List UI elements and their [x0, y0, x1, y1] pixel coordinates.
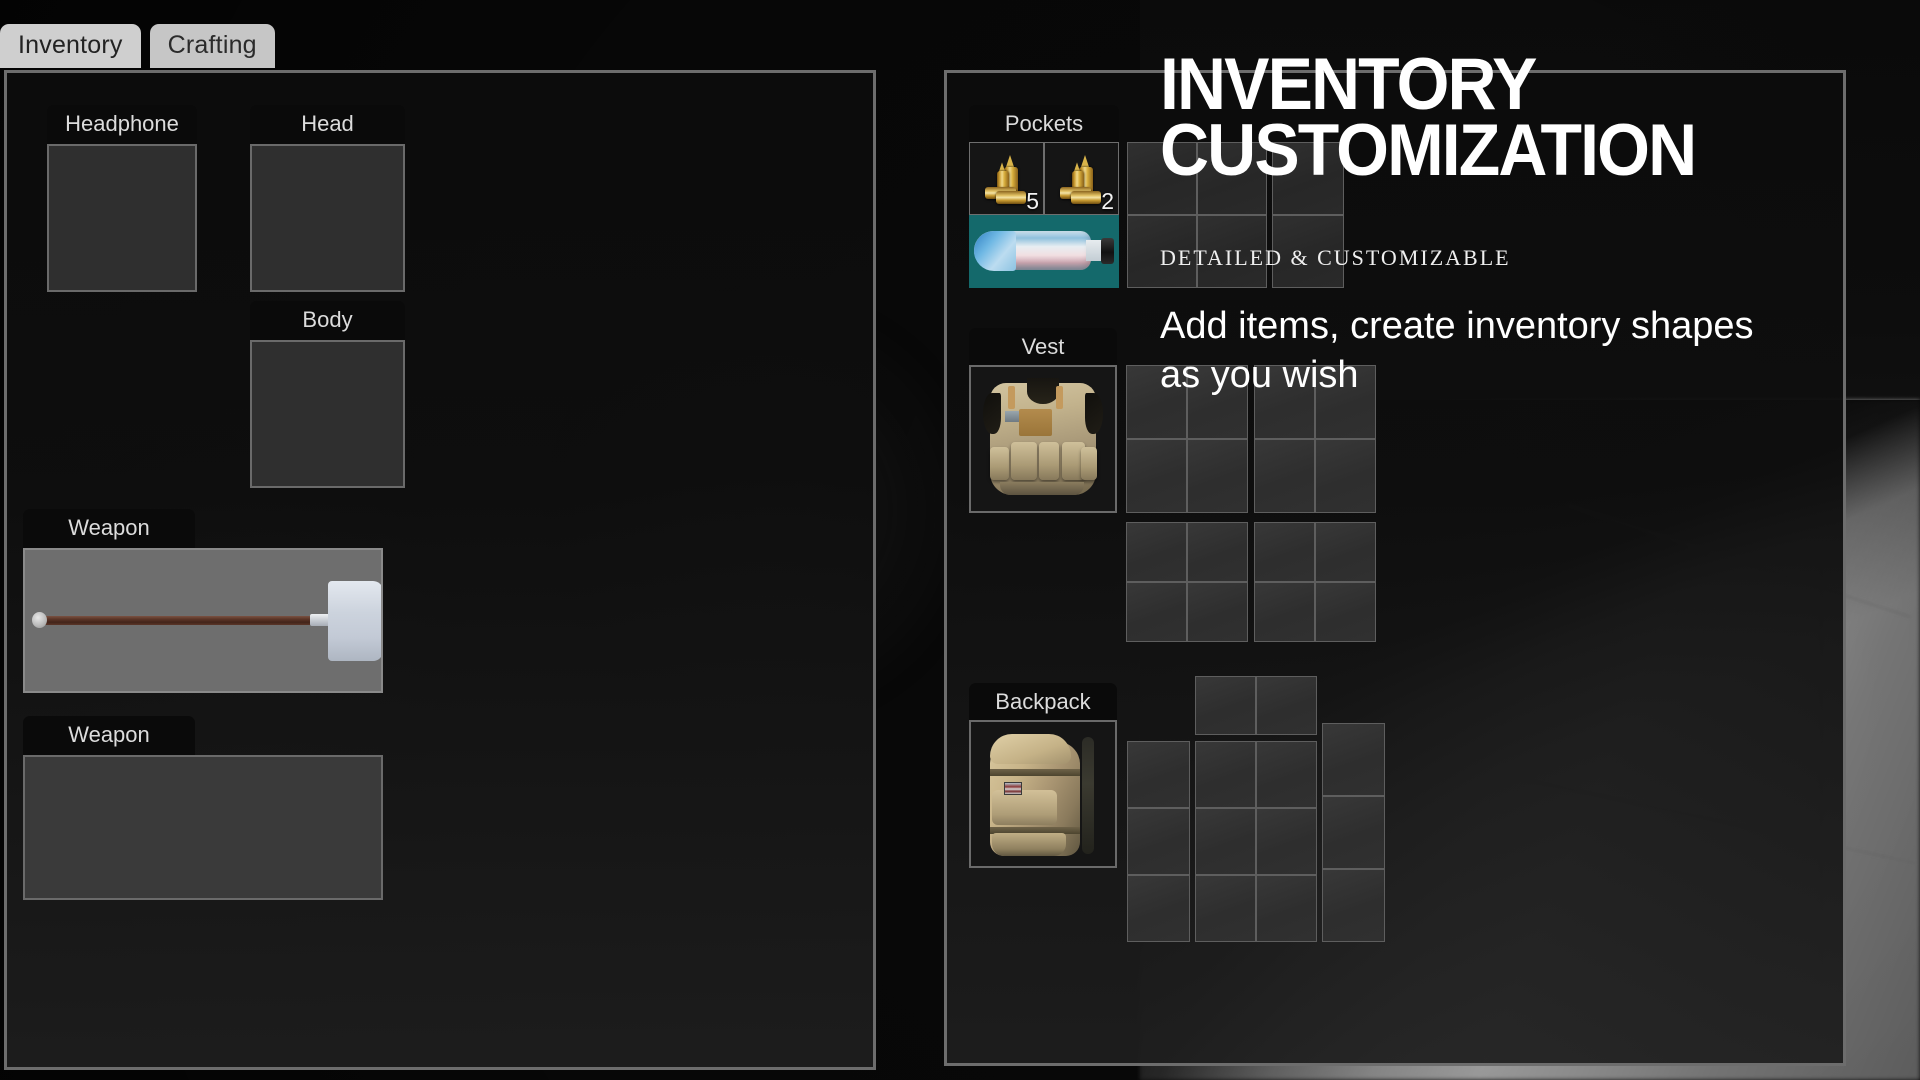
backpack-cell[interactable] — [1322, 869, 1385, 942]
backpack-grid-center — [1195, 741, 1317, 942]
vest-cell[interactable] — [1315, 522, 1376, 582]
container-pockets: Pockets — [969, 105, 1119, 144]
container-vest: Vest — [969, 328, 1117, 367]
slot-head[interactable] — [250, 144, 405, 292]
backpack-grid-right — [1322, 723, 1385, 942]
slot-group-weapon-1: Weapon — [23, 509, 383, 693]
backpack-cell[interactable] — [1256, 741, 1317, 808]
vest-cell[interactable] — [1254, 439, 1315, 513]
tab-crafting[interactable]: Crafting — [149, 24, 275, 68]
slot-label-weapon-2: Weapon — [23, 716, 195, 755]
slot-group-body: Body — [250, 301, 405, 488]
slot-label-headphone: Headphone — [47, 105, 197, 144]
vest-cell[interactable] — [1187, 439, 1248, 513]
slot-group-headphone: Headphone — [47, 105, 197, 292]
slot-weapon-2[interactable] — [23, 755, 383, 900]
container-label-pockets: Pockets — [969, 105, 1119, 144]
pockets-cell-bottle[interactable] — [969, 215, 1119, 288]
equipment-panel: Headphone Head Body Weapon Weapon — [4, 70, 876, 1070]
slot-group-head: Head — [250, 105, 405, 292]
backpack-cell[interactable] — [1256, 808, 1317, 875]
shovel-item-icon — [25, 550, 381, 691]
vest-cell[interactable] — [1187, 522, 1248, 582]
container-label-backpack: Backpack — [969, 683, 1117, 722]
slot-label-weapon-1: Weapon — [23, 509, 195, 548]
backpack-cell[interactable] — [1322, 796, 1385, 869]
backpack-cell[interactable] — [1127, 741, 1190, 808]
slot-body[interactable] — [250, 340, 405, 488]
containers-panel: Pockets 5 2 Vest Backpack — [944, 70, 1846, 1066]
slot-headphone[interactable] — [47, 144, 197, 292]
backpack-cell[interactable] — [1195, 676, 1256, 735]
vest-grid-left-bottom — [1126, 522, 1248, 642]
backpack-cell[interactable] — [1127, 808, 1190, 875]
slot-weapon-1[interactable] — [23, 548, 383, 693]
pockets-cell-ammo-1[interactable]: 5 — [969, 142, 1044, 215]
backpack-cell[interactable] — [1127, 875, 1190, 942]
vest-grid-right-bottom — [1254, 522, 1376, 642]
slot-label-body: Body — [250, 301, 405, 340]
tab-bar: Inventory Crafting — [0, 24, 275, 68]
container-backpack: Backpack — [969, 683, 1117, 722]
vest-cell[interactable] — [1126, 522, 1187, 582]
container-label-vest: Vest — [969, 328, 1117, 367]
water-bottle-icon — [974, 229, 1114, 273]
vest-cell[interactable] — [1315, 582, 1376, 642]
promo-subtitle: DETAILED & CUSTOMIZABLE — [1160, 245, 1511, 270]
slot-label-head: Head — [250, 105, 405, 144]
military-backpack-icon — [985, 729, 1100, 861]
promo-title: INVENTORY CUSTOMIZATION — [1160, 44, 1697, 191]
backpack-cell[interactable] — [1195, 808, 1256, 875]
item-count: 2 — [1101, 188, 1114, 214]
backpack-equip-slot[interactable] — [969, 720, 1117, 868]
pockets-cell-ammo-2[interactable]: 2 — [1044, 142, 1119, 215]
vest-cell[interactable] — [1315, 439, 1376, 513]
vest-cell[interactable] — [1254, 582, 1315, 642]
item-count: 5 — [1026, 188, 1039, 214]
vest-cell[interactable] — [1126, 582, 1187, 642]
pockets-grid-main: 5 2 — [969, 142, 1119, 288]
backpack-cell[interactable] — [1256, 875, 1317, 942]
backpack-cell[interactable] — [1322, 723, 1385, 796]
slot-group-weapon-2: Weapon — [23, 716, 383, 900]
tactical-vest-icon — [980, 376, 1107, 503]
promo-body: Add items, create inventory shapes as yo… — [1160, 305, 1754, 396]
vest-equip-slot[interactable] — [969, 365, 1117, 513]
vest-cell[interactable] — [1254, 522, 1315, 582]
inventory-screen: Inventory Crafting Headphone Head Body W… — [0, 0, 1920, 1080]
backpack-cell[interactable] — [1256, 676, 1317, 735]
backpack-cell[interactable] — [1195, 875, 1256, 942]
vest-cell[interactable] — [1126, 439, 1187, 513]
tab-inventory[interactable]: Inventory — [0, 24, 141, 68]
vest-cell[interactable] — [1187, 582, 1248, 642]
backpack-grid-top-center — [1195, 676, 1317, 735]
backpack-cell[interactable] — [1195, 741, 1256, 808]
backpack-grid-left — [1127, 741, 1190, 942]
